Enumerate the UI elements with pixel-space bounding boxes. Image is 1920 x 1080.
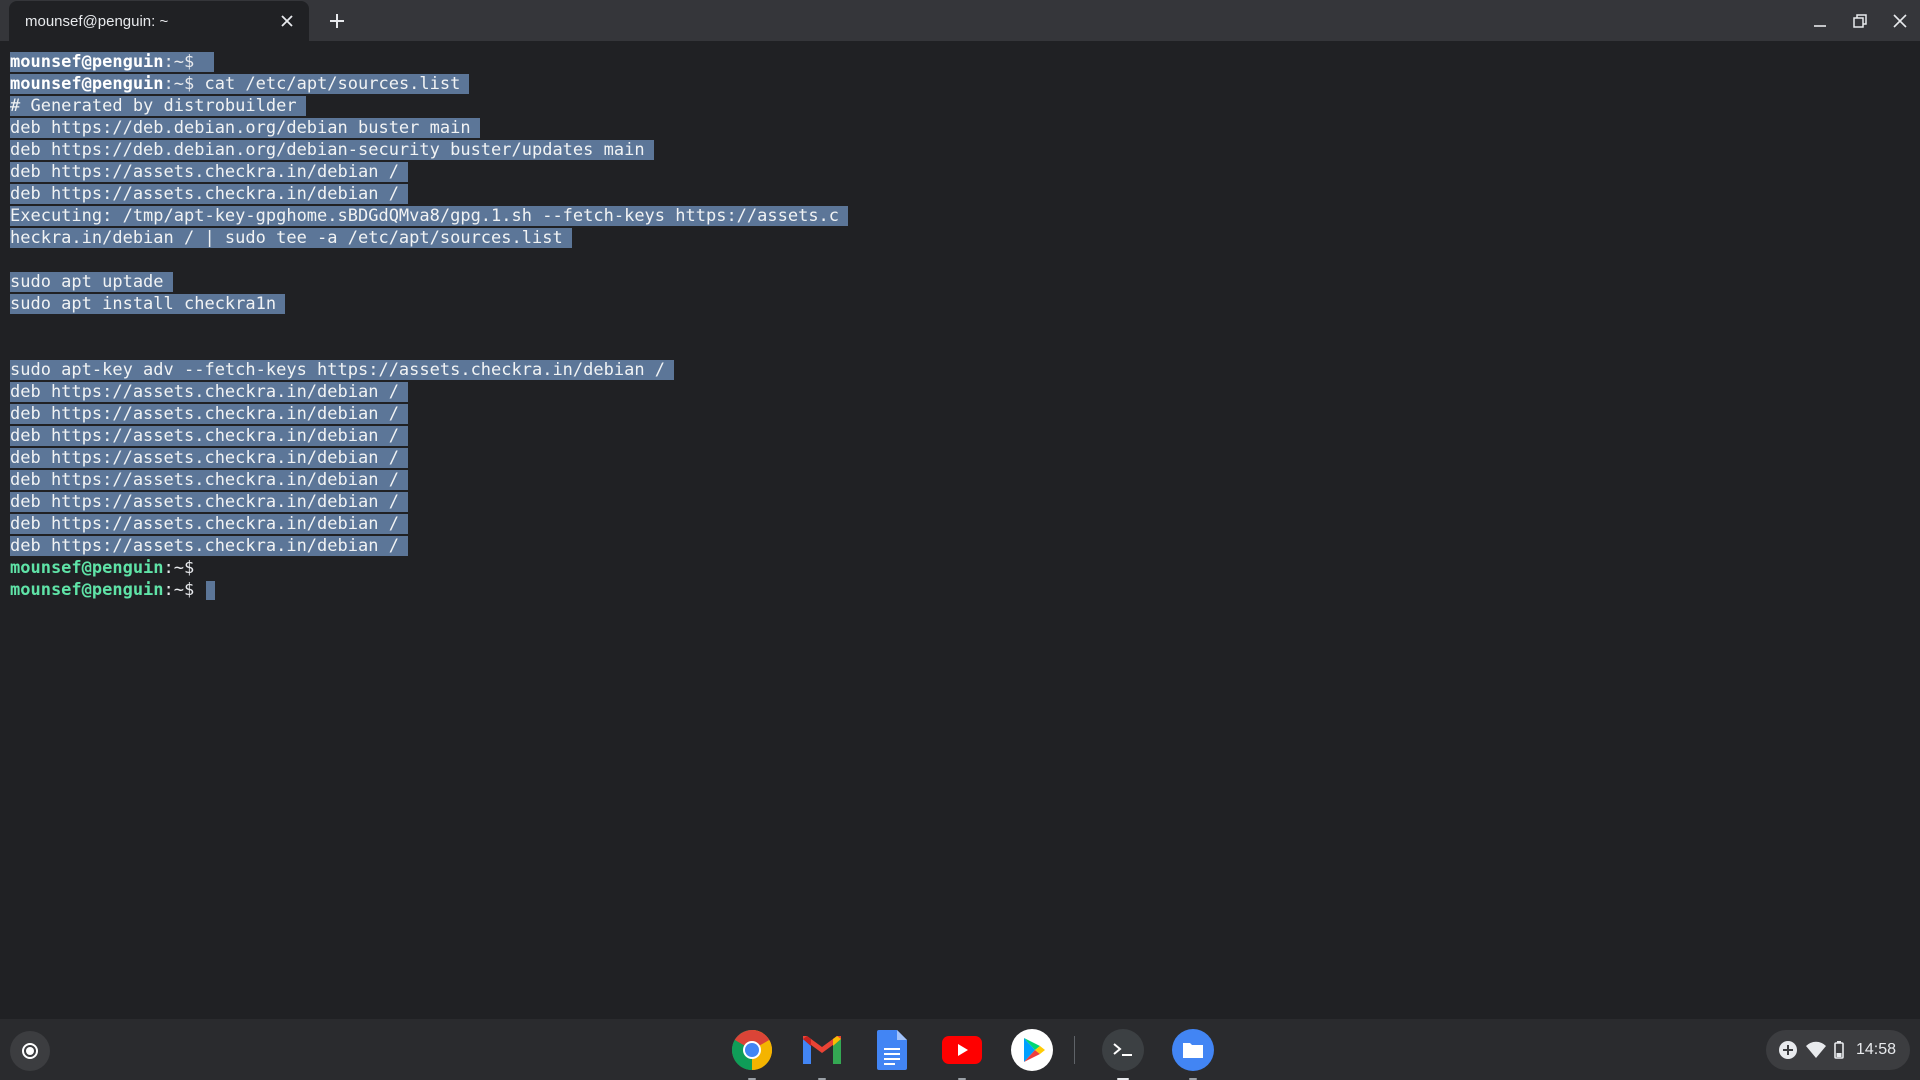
- files-app[interactable]: [1171, 1028, 1215, 1080]
- launcher-icon: [22, 1043, 38, 1059]
- play-store-icon: [1011, 1029, 1053, 1071]
- prompt-path: :~$: [163, 74, 195, 94]
- output-text: deb https://assets.checkra.in/debian /: [10, 382, 408, 402]
- prompt-user: mounsef@penguin: [10, 558, 164, 578]
- wifi-icon: [1805, 1041, 1826, 1059]
- restore-icon: [1853, 13, 1867, 28]
- prompt-user: mounsef@penguin: [10, 74, 164, 94]
- terminal-output-line: sudo apt install checkra1n: [10, 293, 848, 315]
- prompt-path: :~$: [163, 52, 195, 72]
- clock-time: 14:58: [1855, 1041, 1896, 1058]
- close-icon: [1893, 13, 1907, 28]
- tab-close-icon[interactable]: [273, 7, 301, 35]
- output-text: deb https://deb.debian.org/debian-securi…: [10, 140, 654, 160]
- terminal-output-line: deb https://assets.checkra.in/debian /: [10, 425, 848, 447]
- terminal-output-line: heckra.in/debian / | sudo tee -a /etc/ap…: [10, 227, 848, 249]
- prompt-user: mounsef@penguin: [10, 580, 164, 600]
- shelf-apps: [730, 1028, 1241, 1080]
- prompt-path: :~$: [163, 580, 195, 600]
- output-text: sudo apt install checkra1n: [10, 294, 286, 314]
- launcher-button[interactable]: [10, 1031, 50, 1071]
- output-text: heckra.in/debian / | sudo tee -a /etc/ap…: [10, 228, 572, 248]
- terminal-icon: [1102, 1029, 1144, 1071]
- command-text: cat /etc/apt/sources.list: [194, 74, 461, 94]
- shelf: 14:58: [0, 1019, 1920, 1080]
- text-cursor: [205, 580, 215, 600]
- terminal-prompt-line: mounsef@penguin:~$ cat /etc/apt/sources.…: [10, 73, 848, 95]
- restore-button[interactable]: [1840, 0, 1880, 41]
- terminal-output-line: # Generated by distrobuilder: [10, 95, 848, 117]
- minimize-icon: [1814, 24, 1826, 27]
- window-titlebar: mounsef@penguin: ~: [0, 0, 1920, 41]
- window-controls: [1800, 0, 1920, 41]
- files-icon: [1172, 1029, 1214, 1071]
- close-window-button[interactable]: [1880, 0, 1920, 41]
- play-store-app[interactable]: [1010, 1028, 1054, 1072]
- prompt-path: :~$: [163, 558, 195, 578]
- output-text: deb https://assets.checkra.in/debian /: [10, 514, 408, 534]
- minimize-button[interactable]: [1800, 0, 1840, 41]
- terminal-app[interactable]: [1101, 1028, 1145, 1080]
- terminal-output-line: Executing: /tmp/apt-key-gpghome.sBDGdQMv…: [10, 205, 849, 227]
- output-text: deb https://assets.checkra.in/debian /: [10, 162, 408, 182]
- terminal-output-line: deb https://deb.debian.org/debian buster…: [10, 117, 848, 139]
- output-text: deb https://assets.checkra.in/debian /: [10, 470, 408, 490]
- output-text: # Generated by distrobuilder: [10, 96, 306, 116]
- output-text: deb https://deb.debian.org/debian buster…: [10, 118, 480, 138]
- docs-app[interactable]: [870, 1028, 914, 1072]
- output-text: deb https://assets.checkra.in/debian /: [10, 448, 408, 468]
- output-text: sudo apt uptade: [10, 272, 173, 292]
- shelf-divider: [1074, 1036, 1075, 1064]
- docs-icon: [877, 1030, 907, 1070]
- terminal-output-line: deb https://assets.checkra.in/debian /: [10, 161, 848, 183]
- command-text: [194, 580, 204, 600]
- prompt-user: mounsef@penguin: [10, 52, 164, 72]
- terminal-output-line: deb https://assets.checkra.in/debian /: [10, 447, 848, 469]
- terminal-output-line: deb https://deb.debian.org/debian-securi…: [10, 139, 848, 161]
- status-tray[interactable]: 14:58: [1765, 1030, 1910, 1070]
- command-text: [194, 52, 204, 72]
- chrome-app[interactable]: [730, 1028, 774, 1080]
- terminal-output-line: deb https://assets.checkra.in/debian /: [10, 491, 848, 513]
- terminal-output-line: deb https://assets.checkra.in/debian /: [10, 183, 848, 205]
- prompt-text: mounsef@penguin:~$: [10, 580, 205, 600]
- terminal-prompt-line: mounsef@penguin:~$: [10, 51, 848, 73]
- output-text: deb https://assets.checkra.in/debian /: [10, 404, 408, 424]
- output-text: sudo apt-key adv --fetch-keys https://as…: [10, 360, 675, 380]
- tab-title: mounsef@penguin: ~: [25, 12, 169, 30]
- terminal-output-line: sudo apt-key adv --fetch-keys https://as…: [10, 359, 848, 381]
- gmail-icon: [803, 1036, 841, 1064]
- gmail-app[interactable]: [800, 1028, 844, 1080]
- output-text: deb https://assets.checkra.in/debian /: [10, 426, 408, 446]
- terminal-tab[interactable]: mounsef@penguin: ~: [9, 1, 309, 41]
- youtube-app[interactable]: [940, 1028, 984, 1080]
- terminal-area[interactable]: mounsef@penguin:~$ mounsef@penguin:~$ ca…: [0, 41, 1920, 1019]
- terminal-output: mounsef@penguin:~$ mounsef@penguin:~$ ca…: [10, 51, 849, 601]
- terminal-output-line: deb https://assets.checkra.in/debian /: [10, 381, 848, 403]
- terminal-output-line: deb https://assets.checkra.in/debian /: [10, 403, 848, 425]
- terminal-prompt-line: mounsef@penguin:~$: [10, 557, 848, 579]
- terminal-output-line: deb https://assets.checkra.in/debian /: [10, 535, 848, 557]
- terminal-output-line: sudo apt uptade: [10, 271, 848, 293]
- prompt-text: mounsef@penguin:~$ cat /etc/apt/sources.…: [10, 74, 470, 94]
- terminal-output-line: deb https://assets.checkra.in/debian /: [10, 513, 848, 535]
- output-text: Executing: /tmp/apt-key-gpghome.sBDGdQMv…: [10, 206, 849, 226]
- battery-icon: [1834, 1041, 1844, 1059]
- plus-icon: [330, 14, 344, 28]
- youtube-icon: [942, 1036, 982, 1064]
- new-tab-button[interactable]: [322, 6, 352, 36]
- chrome-icon: [732, 1030, 772, 1070]
- output-text: deb https://assets.checkra.in/debian /: [10, 184, 408, 204]
- output-text: deb https://assets.checkra.in/debian /: [10, 492, 408, 512]
- terminal-prompt-line: mounsef@penguin:~$: [10, 579, 848, 601]
- output-text: deb https://assets.checkra.in/debian /: [10, 536, 408, 556]
- terminal-output-line: deb https://assets.checkra.in/debian /: [10, 469, 848, 491]
- add-circle-icon: [1778, 1040, 1798, 1060]
- prompt-text: mounsef@penguin:~$: [10, 558, 194, 578]
- prompt-text: mounsef@penguin:~$: [10, 52, 214, 72]
